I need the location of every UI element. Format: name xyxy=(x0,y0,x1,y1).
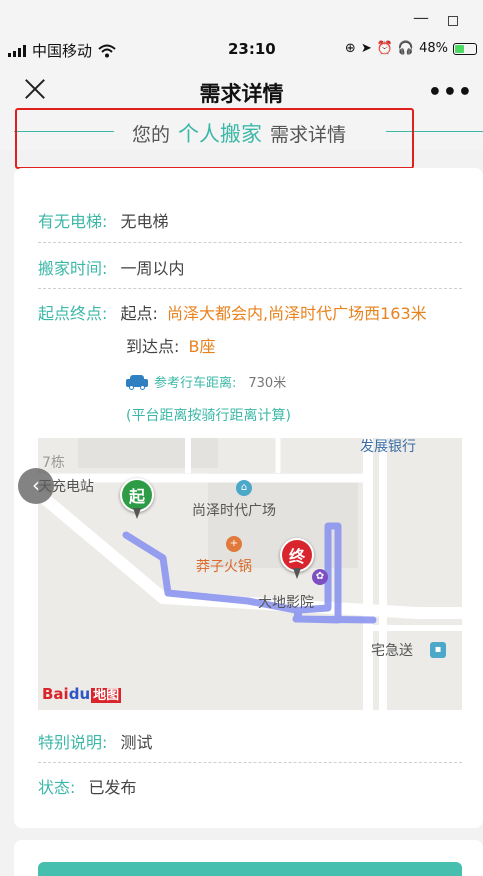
end-row: 到达点: B座 xyxy=(126,333,215,357)
divider xyxy=(38,242,462,243)
alarm-icon: ⏰ xyxy=(376,41,393,56)
location-icon: ➤ xyxy=(360,41,372,56)
status-value: 已发布 xyxy=(88,778,137,797)
wifi-icon xyxy=(98,44,116,57)
distance-label: 参考行车距离: xyxy=(154,376,237,391)
elevator-label: 有无电梯: xyxy=(38,212,108,231)
distance-note: (平台距离按骑行距离计算) xyxy=(126,408,291,424)
status-bar: 中国移动 23:10 ⊕ ➤ ⏰ 🎧 48% xyxy=(0,36,483,64)
carrier-name: 中国移动 xyxy=(32,42,93,60)
special-notes-row: 特别说明: 测试 xyxy=(38,729,153,753)
signal-icon xyxy=(8,44,26,57)
action-button[interactable] xyxy=(38,862,462,876)
battery-icon xyxy=(453,42,477,55)
start-pin-icon[interactable]: 起 xyxy=(120,478,154,520)
special-notes-label: 特别说明: xyxy=(38,733,108,752)
special-notes-value: 测试 xyxy=(120,733,153,752)
map-label-cinema: 大地影院 xyxy=(258,595,314,611)
moving-time-label: 搬家时间: xyxy=(38,259,108,278)
distance-value: 730米 xyxy=(248,376,287,391)
page-title: 需求详情 xyxy=(199,82,284,106)
headphones-icon: 🎧 xyxy=(397,41,415,56)
cinema-poi-icon: ✿ xyxy=(312,569,328,585)
map-label-hotpot: 莽子火锅 xyxy=(196,559,252,575)
elevator-value: 无电梯 xyxy=(120,212,169,231)
rotation-lock-icon: ⊕ xyxy=(344,41,356,56)
map-label-plaza: 尚泽时代广场 xyxy=(192,503,276,519)
map-label-building7: 7栋 xyxy=(42,455,65,471)
route-row: 起点终点: 起点: 尚泽大都会内,尚泽时代广场西163米 xyxy=(38,300,427,324)
start-value: 尚泽大都会内,尚泽时代广场西163米 xyxy=(167,304,427,323)
plaza-poi-icon: ⌂ xyxy=(236,480,252,496)
baidu-map-logo: Baidu 地图 xyxy=(42,685,122,703)
window-titlebar: — xyxy=(0,0,483,36)
elevator-row: 有无电梯: 无电梯 xyxy=(38,208,169,232)
divider xyxy=(38,288,462,289)
divider xyxy=(38,762,462,763)
end-label: 到达点: xyxy=(126,337,180,356)
truck-poi-icon: ▪ xyxy=(430,642,446,658)
map-label-bank: 发展银行 xyxy=(360,439,416,455)
map-label-express: 宅急送 xyxy=(371,643,413,659)
end-pin-icon[interactable]: 终 xyxy=(280,538,314,580)
start-label: 起点: xyxy=(120,304,158,323)
restaurant-poi-icon: + xyxy=(226,536,242,552)
maximize-icon[interactable] xyxy=(448,16,458,26)
end-value: B座 xyxy=(188,337,216,356)
more-options-icon[interactable]: ••• xyxy=(428,80,473,105)
battery-percent: 48% xyxy=(419,41,448,56)
route-map[interactable]: 7栋 天充电站 发展银行 ⌂ 尚泽时代广场 + 莽子火锅 ✿ 大地影院 宅急送 … xyxy=(38,438,462,710)
back-arrow-icon[interactable]: ‹ xyxy=(18,468,54,504)
highlight-box xyxy=(15,108,414,169)
status-time: 23:10 xyxy=(228,40,276,58)
moving-time-value: 一周以内 xyxy=(120,259,185,278)
status-row: 状态: 已发布 xyxy=(38,774,137,798)
minimize-icon[interactable]: — xyxy=(413,8,429,27)
moving-time-row: 搬家时间: 一周以内 xyxy=(38,255,185,279)
route-label: 起点终点: xyxy=(38,304,108,323)
status-label: 状态: xyxy=(38,778,76,797)
distance-row: 参考行车距离: 730米 xyxy=(126,372,286,391)
car-icon xyxy=(126,374,148,390)
